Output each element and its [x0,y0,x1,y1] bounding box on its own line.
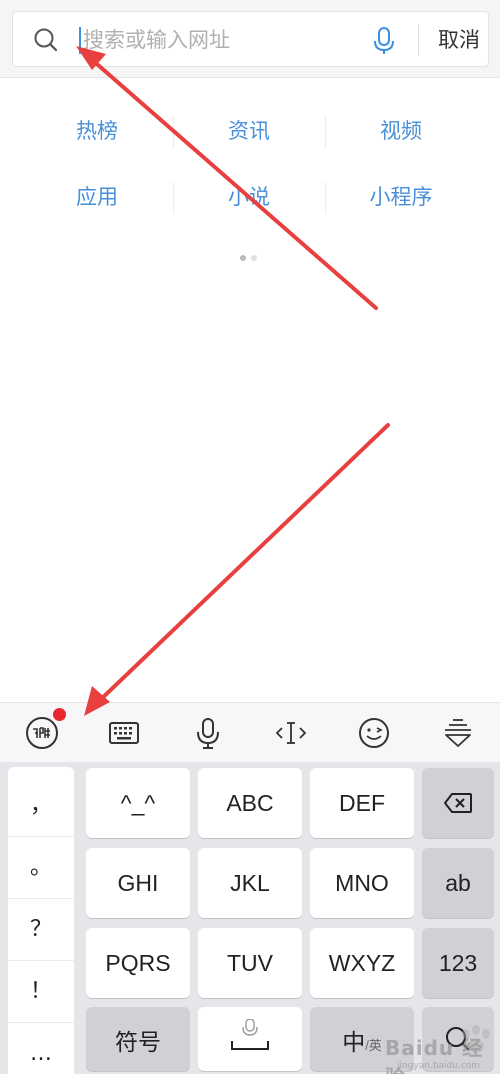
backspace-icon [444,793,472,813]
space-key[interactable] [198,1007,302,1071]
category-hot-list[interactable]: 热榜 [22,113,172,149]
symbol-key[interactable]: 符号 [86,1007,190,1071]
key-abc[interactable]: ABC [198,768,302,838]
key-def[interactable]: DEF [310,768,414,838]
key-ghi[interactable]: GHI [86,848,190,918]
emoji-icon[interactable] [356,715,392,751]
punct-question-key[interactable]: ？ [8,899,74,961]
lang-main-label: 中 [342,1029,366,1055]
page-dot-active [240,255,246,261]
notification-dot [53,708,66,721]
text-cursor [79,27,81,54]
arrow-to-search-input [76,46,378,310]
key-pqrs[interactable]: PQRS [86,928,190,998]
watermark-url: jingyan.baidu.com [397,1061,481,1071]
category-news[interactable]: 资讯 [174,113,324,149]
punct-comma-key[interactable]: ， [8,775,74,837]
microphone-icon[interactable] [369,25,399,55]
punct-exclamation-key[interactable]: ！ [8,961,74,1023]
category-divider [325,116,326,148]
key-mno[interactable]: MNO [310,848,414,918]
search-input[interactable] [83,24,353,56]
microphone-icon[interactable] [190,715,226,751]
punct-period-key[interactable]: 。 [8,837,74,899]
category-novels[interactable]: 小说 [174,179,324,215]
category-video[interactable]: 视频 [326,113,476,149]
page-dot [251,255,257,261]
keyboard-icon[interactable] [106,715,142,751]
key-jkl[interactable]: JKL [198,848,302,918]
cursor-icon[interactable] [273,715,309,751]
key-emoticon[interactable]: ^_^ [86,768,190,838]
category-mini-programs[interactable]: 小程序 [326,179,476,215]
space-mic-icon [231,1019,269,1050]
nine-key-keyboard: ， 。 ？ ！ … ^_^ ABC DEF GHI JKL MNO ab PQR… [0,762,500,1074]
backspace-key[interactable] [422,768,494,838]
punct-ellipsis-key[interactable]: … [8,1023,74,1074]
category-divider [325,182,326,214]
cancel-button[interactable]: 取消 [431,25,487,55]
ime-logo-icon[interactable] [24,715,60,751]
category-apps[interactable]: 应用 [22,179,172,215]
collapse-keyboard-icon[interactable] [440,715,476,751]
arrow-to-ime-logo [84,423,390,716]
search-icon [34,28,58,52]
punctuation-column: ， 。 ？ ！ … [8,767,74,1074]
keyboard-toolbar [0,702,500,762]
key-123-toggle[interactable]: 123 [422,928,494,998]
key-tuv[interactable]: TUV [198,928,302,998]
key-ab-toggle[interactable]: ab [422,848,494,918]
lang-sub-label: /英 [365,1038,382,1053]
category-divider [173,182,174,214]
search-bar: 取消 [0,0,500,78]
search-box[interactable]: 取消 [12,11,489,67]
key-wxyz[interactable]: WXYZ [310,928,414,998]
search-divider [418,24,419,56]
category-divider [173,116,174,148]
